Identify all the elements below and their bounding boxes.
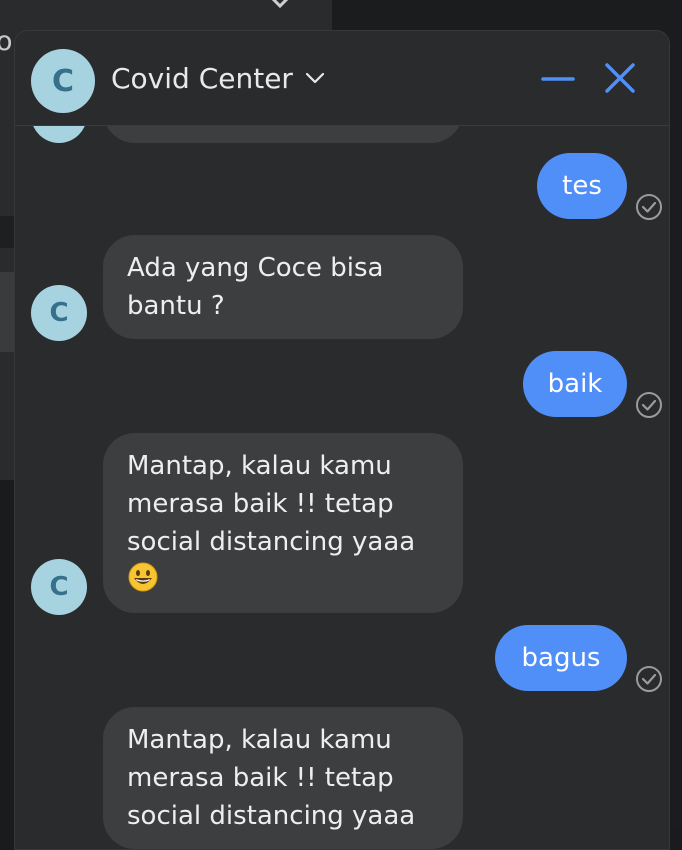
chat-header: C Covid Center <box>15 31 669 126</box>
grinning-face-icon <box>128 562 158 592</box>
chat-window: C tes Ada yang Coce bisa bantu ? C baik … <box>14 30 670 850</box>
incoming-message-bubble: Mantap, kalau kamu merasa baik !! tetap … <box>103 433 463 613</box>
outgoing-message-bubble: baik <box>523 351 627 417</box>
message-text: tes <box>562 171 602 201</box>
incoming-message-bubble: Ada yang Coce bisa bantu ? <box>103 235 463 339</box>
avatar-letter: C <box>49 572 69 602</box>
delivered-check-icon <box>636 392 662 418</box>
chat-title[interactable]: Covid Center <box>111 61 293 97</box>
chat-avatar: C <box>31 49 95 113</box>
outgoing-message-bubble: tes <box>537 153 627 219</box>
minimize-icon[interactable] <box>541 61 577 97</box>
delivered-check-icon <box>636 194 662 220</box>
background-close-icon[interactable] <box>262 0 298 22</box>
bot-avatar: C <box>31 559 87 615</box>
message-text: Mantap, kalau kamu merasa baik !! tetap … <box>127 451 416 557</box>
chevron-down-icon[interactable] <box>305 71 325 85</box>
outgoing-message-bubble: bagus <box>495 625 627 691</box>
message-text: bagus <box>521 643 601 673</box>
message-text: Mantap, kalau kamu merasa baik !! tetap … <box>127 725 416 831</box>
avatar-letter: C <box>51 63 75 99</box>
message-text: baik <box>547 369 603 399</box>
bot-avatar: C <box>31 285 87 341</box>
message-list[interactable]: C tes Ada yang Coce bisa bantu ? C baik … <box>15 31 669 849</box>
avatar-letter: C <box>49 298 69 328</box>
close-icon[interactable] <box>603 61 639 97</box>
message-text: Ada yang Coce bisa bantu ? <box>127 253 384 321</box>
delivered-check-icon <box>636 666 662 692</box>
